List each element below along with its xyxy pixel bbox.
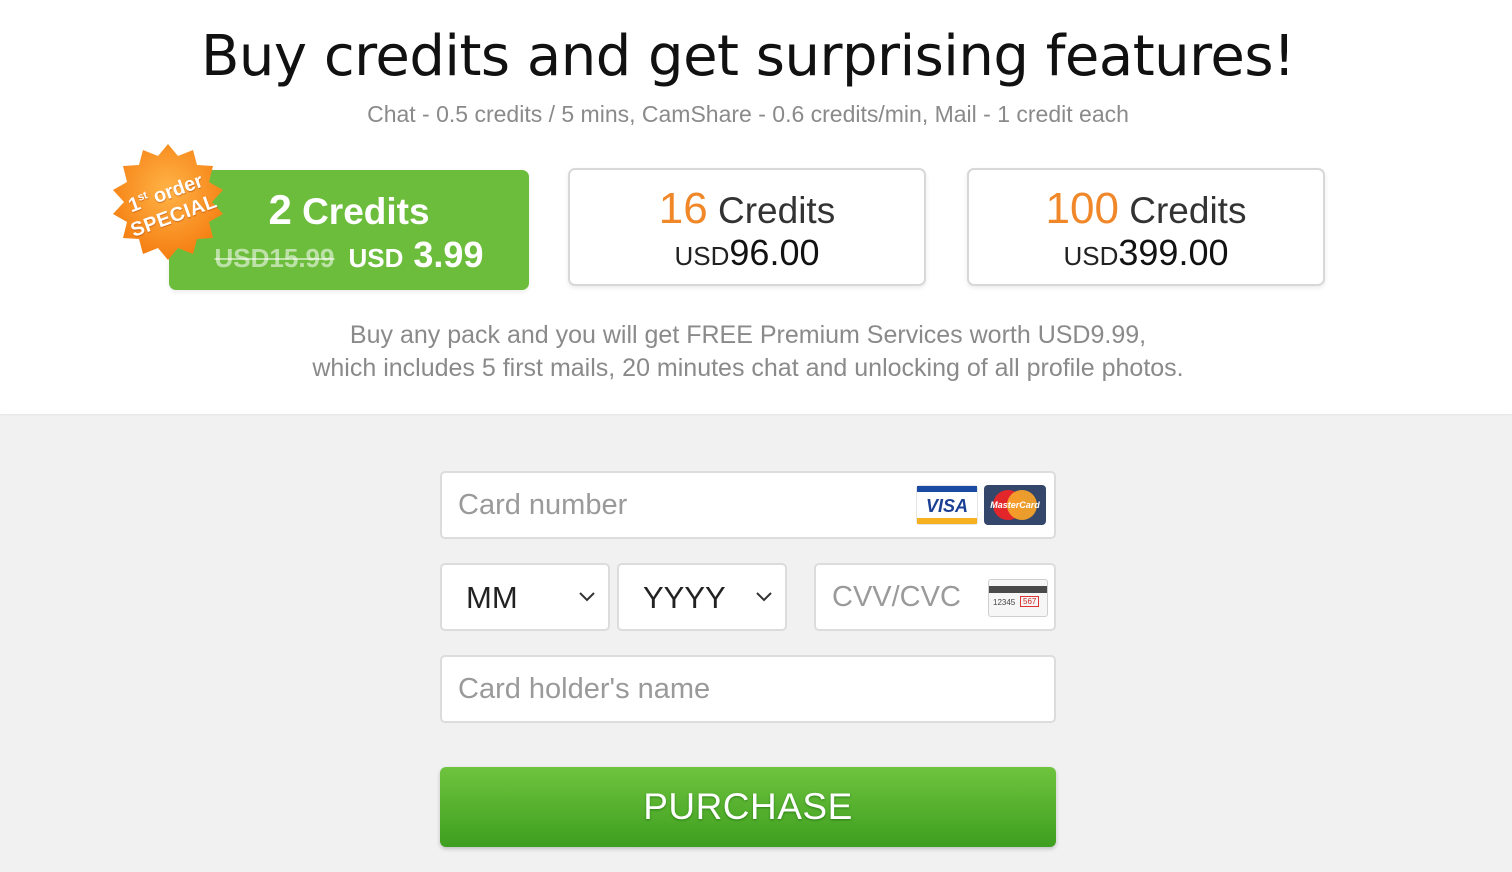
- pack-old-price: USD15.99: [214, 243, 335, 273]
- pack-count: 100: [1045, 184, 1119, 233]
- pack-unit: Credits: [302, 191, 430, 232]
- pack-amount: 399.00: [1118, 232, 1229, 273]
- chevron-down-icon: [756, 592, 772, 602]
- card-number-input[interactable]: [456, 473, 889, 537]
- mastercard-icon: MasterCard: [984, 485, 1046, 525]
- card-number-field[interactable]: VISA MasterCard: [440, 471, 1056, 539]
- pack-16-credits[interactable]: 16 Credits USD96.00: [568, 168, 926, 286]
- visa-icon: VISA: [916, 485, 978, 525]
- pack-100-credits[interactable]: 100 Credits USD399.00: [967, 168, 1325, 286]
- first-order-special-badge: 1st order SPECIAL: [106, 142, 230, 264]
- rates-subtitle: Chat - 0.5 credits / 5 mins, CamShare - …: [367, 101, 1129, 127]
- pack-count: 16: [658, 184, 708, 233]
- premium-info-line-2: which includes 5 first mails, 20 minutes…: [312, 354, 1184, 382]
- cvv-input[interactable]: [830, 565, 977, 629]
- premium-info: Buy any pack and you will get FREE Premi…: [0, 319, 1496, 385]
- svg-text:MasterCard: MasterCard: [990, 500, 1040, 510]
- month-value: MM: [466, 580, 518, 615]
- pack-currency: USD: [674, 241, 730, 271]
- pack-count: 2: [268, 186, 292, 233]
- pack-amount: 96.00: [729, 232, 820, 273]
- page-title: Buy credits and get surprising features!: [200, 24, 1296, 89]
- chevron-down-icon: [579, 592, 595, 602]
- pack-title: 100 Credits: [969, 184, 1323, 234]
- card-holder-field[interactable]: [440, 655, 1056, 723]
- offer-panel: Buy credits and get surprising features!…: [0, 0, 1512, 414]
- pack-unit: Credits: [1129, 190, 1247, 231]
- expiry-month-select[interactable]: MM: [440, 563, 610, 631]
- pack-unit: Credits: [718, 190, 836, 231]
- pack-title: 16 Credits: [570, 184, 924, 234]
- expiry-year-select[interactable]: YYYY: [617, 563, 787, 631]
- pack-currency: USD: [1063, 241, 1119, 271]
- pack-price: USD96.00: [570, 232, 924, 274]
- cvv-field[interactable]: 12345 567: [814, 563, 1056, 631]
- premium-info-line-1: Buy any pack and you will get FREE Premi…: [349, 321, 1147, 349]
- cvv-card-icon: 12345 567: [988, 579, 1048, 617]
- purchase-button[interactable]: PURCHASE: [440, 767, 1056, 847]
- svg-text:VISA: VISA: [926, 496, 968, 516]
- pack-price: USD399.00: [969, 232, 1323, 274]
- year-value: YYYY: [643, 580, 726, 615]
- pack-amount: 3.99: [413, 234, 484, 275]
- card-holder-input[interactable]: [456, 657, 1011, 721]
- pack-currency: USD: [348, 243, 404, 273]
